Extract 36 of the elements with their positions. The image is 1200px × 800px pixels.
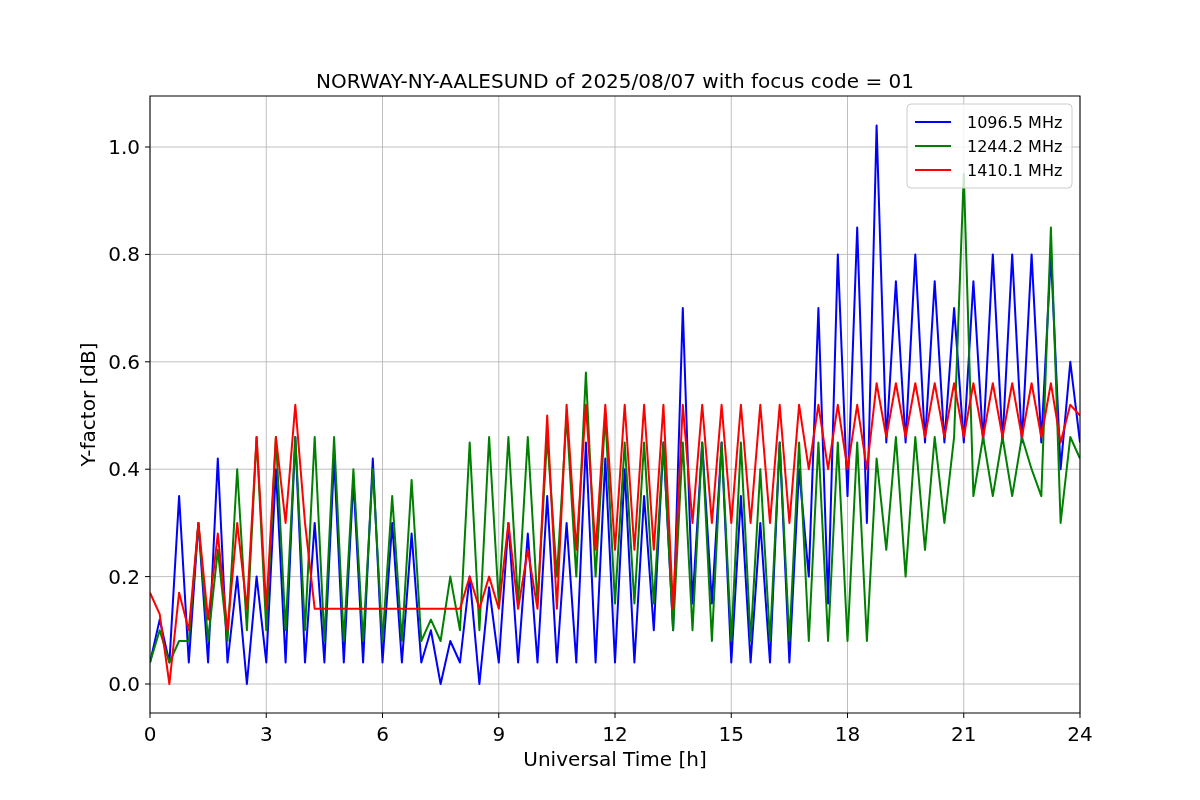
y-tick-label: 0.6 — [108, 349, 140, 374]
tick-mark — [144, 468, 151, 470]
x-tick-label: 15 — [718, 722, 744, 746]
tick-mark — [382, 712, 383, 719]
x-axis-label: Universal Time [h] — [523, 747, 707, 771]
legend-label: 1244.2 MHz — [967, 137, 1063, 156]
x-tick-label: 0 — [143, 722, 157, 746]
tick-mark — [963, 712, 965, 719]
tick-mark — [1079, 712, 1081, 719]
tick-mark — [149, 712, 151, 719]
x-tick-label: 18 — [834, 722, 861, 746]
tick-mark — [144, 361, 151, 363]
tick-mark — [730, 712, 732, 719]
y-tick-label: 1.0 — [108, 135, 140, 159]
x-tick-label: 21 — [951, 722, 977, 746]
tick-mark — [498, 712, 500, 719]
tick-mark — [265, 712, 267, 719]
tick-mark — [847, 712, 848, 719]
y-tick-label: 0.2 — [108, 564, 140, 589]
y-tick-label: 0.4 — [108, 457, 140, 482]
y-tick-label: 0.0 — [108, 672, 140, 696]
legend-label: 1410.1 MHz — [967, 161, 1063, 180]
tick-mark — [144, 576, 151, 578]
tick-mark — [144, 683, 151, 685]
legend-label: 1096.5 MHz — [967, 113, 1063, 132]
x-tick-label: 12 — [602, 722, 628, 746]
x-tick-label: 6 — [376, 722, 389, 746]
x-tick-label: 9 — [492, 722, 506, 746]
x-tick-label: 24 — [1067, 722, 1093, 746]
tick-mark — [614, 712, 616, 719]
chart-title: NORWAY-NY-AALESUND of 2025/08/07 with focus code = 01 — [316, 69, 914, 93]
y-axis-label: Y-factor [dB] — [76, 342, 100, 467]
y-tick-label: 0.8 — [108, 242, 140, 267]
x-tick-label: 3 — [259, 722, 273, 746]
tick-mark — [144, 146, 151, 148]
tick-mark — [144, 253, 151, 255]
